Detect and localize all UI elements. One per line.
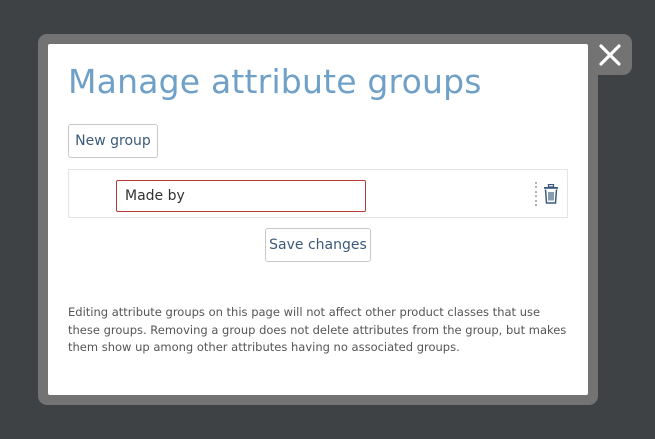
group-row: [68, 169, 568, 218]
save-changes-button[interactable]: Save changes: [265, 228, 371, 262]
trash-icon[interactable]: [543, 184, 559, 204]
new-group-button[interactable]: New group: [68, 124, 158, 158]
dialog-title: Manage attribute groups: [68, 62, 482, 101]
close-button[interactable]: [588, 34, 632, 75]
group-name-input[interactable]: [116, 180, 366, 212]
manage-groups-dialog: Manage attribute groups New group Save c…: [48, 44, 588, 395]
drag-handle-icon[interactable]: [534, 182, 538, 206]
close-icon: [599, 43, 621, 66]
help-note: Editing attribute groups on this page wi…: [68, 305, 567, 354]
